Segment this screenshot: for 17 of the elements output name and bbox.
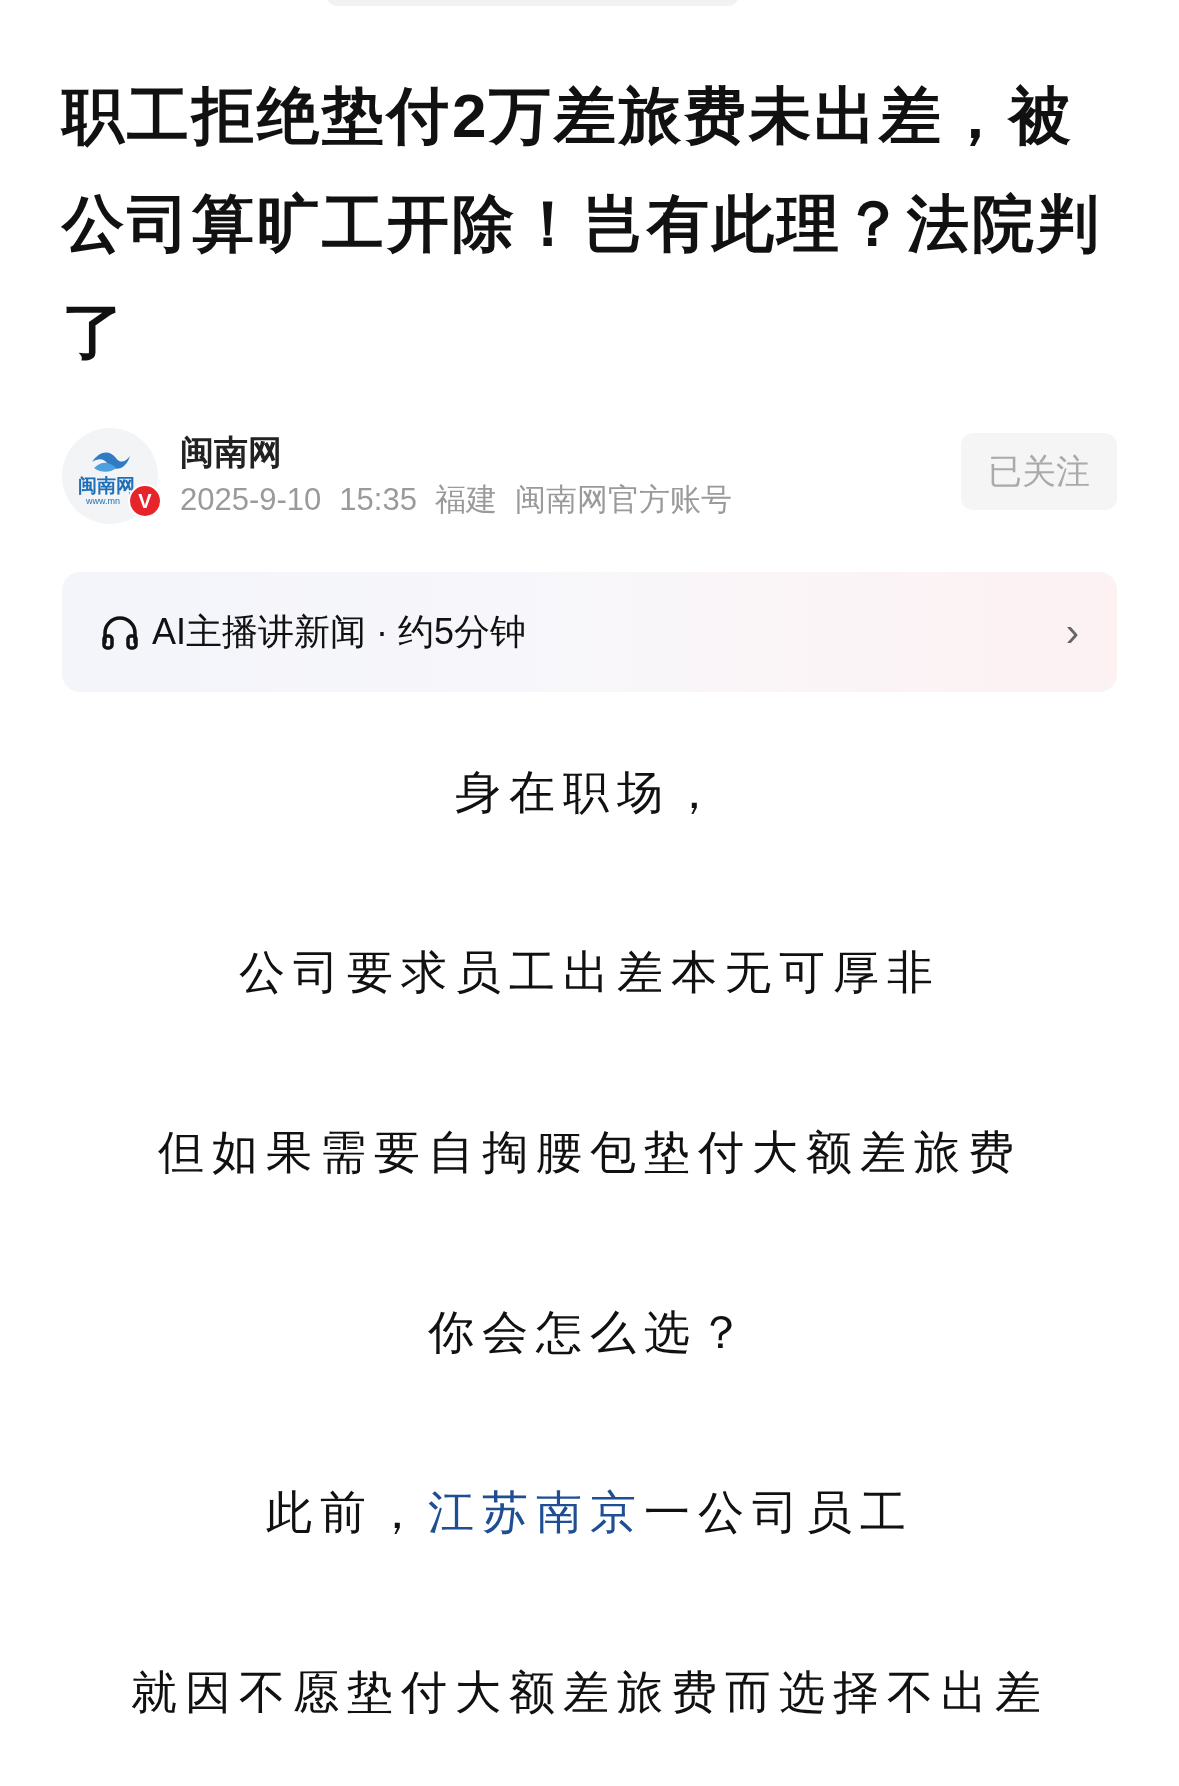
logo-url: www.mn xyxy=(86,496,120,506)
audio-news-label: AI主播讲新闻 · 约5分钟 xyxy=(152,610,528,654)
publish-time: 15:35 xyxy=(339,481,417,519)
audio-news-bar[interactable]: AI主播讲新闻 · 约5分钟 › xyxy=(62,572,1117,692)
article-paragraph: 公司要求员工出差本无可厚非 xyxy=(238,945,941,1000)
account-type: 闽南网官方账号 xyxy=(514,481,732,519)
article-paragraph: 但如果需要自掏腰包垫付大额差旅费 xyxy=(157,1125,1022,1180)
chevron-icon: › xyxy=(1065,602,1079,662)
article-paragraph: 此前，江苏南京 一公司员工 xyxy=(265,1485,914,1540)
account-name[interactable]: 闽南网 xyxy=(180,430,961,474)
region-label: 福建 xyxy=(434,481,497,519)
place-link[interactable]: 江苏南京 xyxy=(427,1486,644,1538)
publish-date: 2025-9-10 xyxy=(180,481,322,519)
article-paragraph: 就因不愿垫付大额差旅费而选择不出差 xyxy=(130,1665,1049,1720)
article-paragraph: 身在职场， xyxy=(454,765,725,820)
article-paragraph: 你会怎么选？ xyxy=(427,1305,752,1360)
article-title: 职工拒绝垫付2万差旅费未出差，被公司算旷工开除！岂有此理？法院判了 xyxy=(62,80,1103,368)
